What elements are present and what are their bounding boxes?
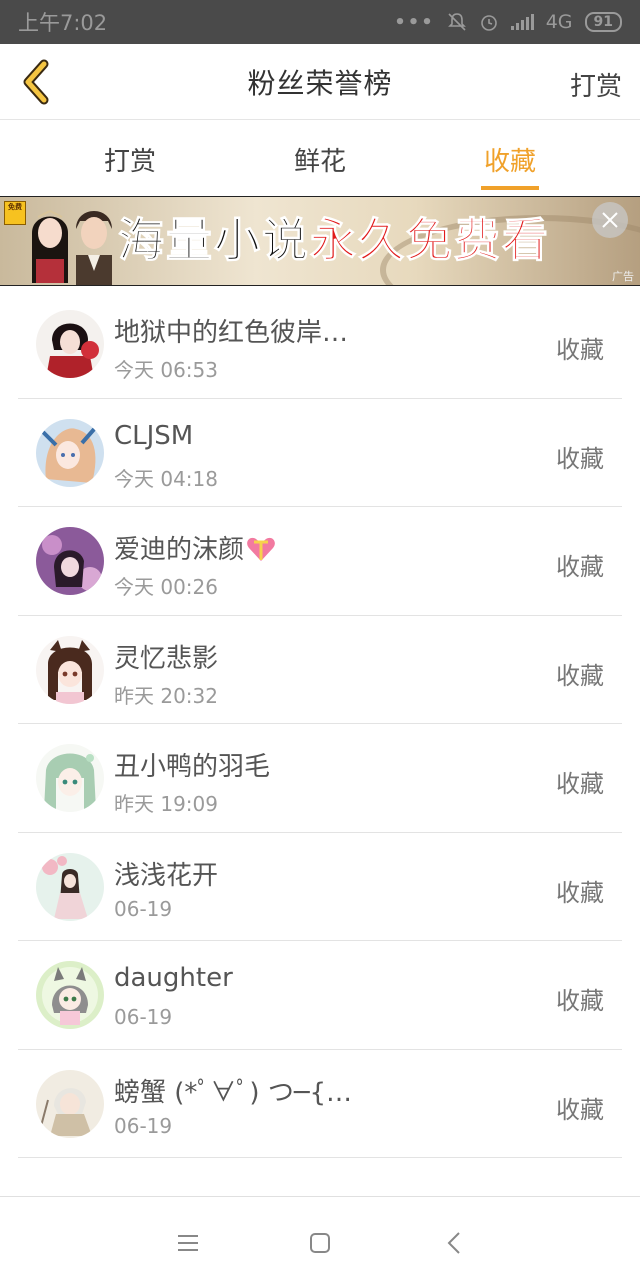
avatar <box>36 418 104 487</box>
list-item[interactable]: 灵忆悲影 昨天 20:32 收藏 <box>0 616 640 725</box>
fan-action: 收藏 <box>556 878 604 907</box>
back-button[interactable] <box>12 54 60 110</box>
battery-icon: 91 <box>584 12 622 32</box>
banner-girl-illustration <box>32 209 68 283</box>
system-back-button[interactable] <box>434 1223 474 1263</box>
header: 粉丝荣誉榜 打赏 <box>0 44 640 120</box>
fan-time: 昨天 19:09 <box>114 792 218 816</box>
tab-reward[interactable]: 打赏 <box>70 141 190 178</box>
fan-action: 收藏 <box>556 770 604 798</box>
fan-time: 06-19 <box>114 1113 173 1138</box>
fan-time: 今天 04:18 <box>114 466 218 491</box>
fan-name: 浅浅花开 <box>114 860 219 891</box>
fan-name: 灵忆悲影 <box>114 643 219 674</box>
tab-flowers[interactable]: 鲜花 <box>260 141 380 178</box>
avatar <box>36 310 104 378</box>
fan-time: 06-19 <box>114 1005 173 1029</box>
ad-banner[interactable]: 免费 海量小说永久免费看 <box>0 196 640 286</box>
reward-button[interactable]: 打赏 <box>570 66 622 103</box>
system-nav-bar <box>0 1196 640 1280</box>
list-item[interactable]: CLJSM 今天 04:18 收藏 <box>0 399 640 508</box>
fan-action: 收藏 <box>556 1095 604 1124</box>
list-item[interactable]: 浅浅花开 06-19 收藏 <box>0 833 640 942</box>
banner-text-part2: 永久免费看 <box>310 213 550 268</box>
menu-button[interactable] <box>168 1223 208 1263</box>
fan-name: 丑小鸭的羽毛 <box>114 752 271 782</box>
home-square-icon <box>310 1233 330 1253</box>
fan-time: 06-19 <box>114 896 173 921</box>
banner-boy-illustration <box>76 211 112 285</box>
list-item[interactable]: 螃蟹 (*ﾟ∀ﾟ) つ─{… 06-19 收藏 <box>0 1050 640 1159</box>
avatar <box>36 527 104 595</box>
page-title: 粉丝荣誉榜 <box>247 66 393 100</box>
fan-name: daughter <box>114 963 233 993</box>
signal-icon <box>510 14 534 30</box>
active-tab-indicator <box>481 186 539 190</box>
status-time: 上午7:02 <box>18 11 108 35</box>
free-badge: 免费 <box>4 201 26 225</box>
back-arrow-icon <box>447 1232 460 1254</box>
network-type: 4G <box>545 11 573 33</box>
list-item[interactable]: daughter 06-19 收藏 <box>0 941 640 1050</box>
home-button[interactable] <box>300 1223 340 1263</box>
fan-name: 螃蟹 (*ﾟ∀ﾟ) つ─{… <box>114 1077 353 1108</box>
chevron-left-icon <box>23 59 49 105</box>
status-bar: 上午7:02 ••• 4G 91 <box>0 0 640 44</box>
avatar <box>36 852 104 921</box>
fan-time: 昨天 20:32 <box>114 683 218 708</box>
more-dots-icon: ••• <box>394 11 435 33</box>
fans-honor-page: 上午7:02 ••• 4G 91 粉丝荣誉榜 打赏 打赏 鲜花 收藏 免费 海量… <box>0 0 640 1280</box>
mute-bell-icon <box>447 13 466 31</box>
avatar <box>36 744 104 812</box>
avatar <box>36 1069 104 1138</box>
fan-time: 今天 06:53 <box>114 358 218 382</box>
fan-action: 收藏 <box>556 444 604 473</box>
fan-time: 今天 00:26 <box>114 575 218 599</box>
banner-text: 海量小说永久免费看 <box>118 211 550 269</box>
ad-label: 广告 <box>612 270 634 283</box>
banner-text-part1: 海量小说 <box>118 213 310 268</box>
alarm-icon <box>480 15 497 31</box>
heart-gift-icon <box>247 537 275 561</box>
list-item[interactable]: 爱迪的沫颜 今天 00:26 收藏 <box>0 507 640 616</box>
avatar <box>36 961 104 1029</box>
fan-name-text: 爱迪的沫颜 <box>114 535 245 565</box>
avatar <box>36 635 104 704</box>
fan-name: 爱迪的沫颜 <box>114 529 276 566</box>
fan-action: 收藏 <box>556 661 604 690</box>
status-icons: ••• 4G 91 <box>394 11 622 33</box>
fan-name: CLJSM <box>114 420 194 451</box>
list-item[interactable]: 丑小鸭的羽毛 昨天 19:09 收藏 <box>0 724 640 833</box>
fan-name: 地狱中的红色彼岸… <box>114 318 349 348</box>
tab-bar: 打赏 鲜花 收藏 <box>0 121 640 195</box>
fan-action: 收藏 <box>556 553 604 581</box>
fan-action: 收藏 <box>556 336 604 364</box>
fan-action: 收藏 <box>556 987 604 1015</box>
ad-close-button[interactable] <box>592 202 628 238</box>
tab-favorites[interactable]: 收藏 <box>450 141 570 178</box>
menu-icon <box>178 1235 198 1251</box>
fan-list: 地狱中的红色彼岸… 今天 06:53 收藏 CLJSM 今天 04:18 收藏 <box>0 290 640 1158</box>
close-icon <box>602 212 618 228</box>
list-item[interactable]: 地狱中的红色彼岸… 今天 06:53 收藏 <box>0 290 640 399</box>
